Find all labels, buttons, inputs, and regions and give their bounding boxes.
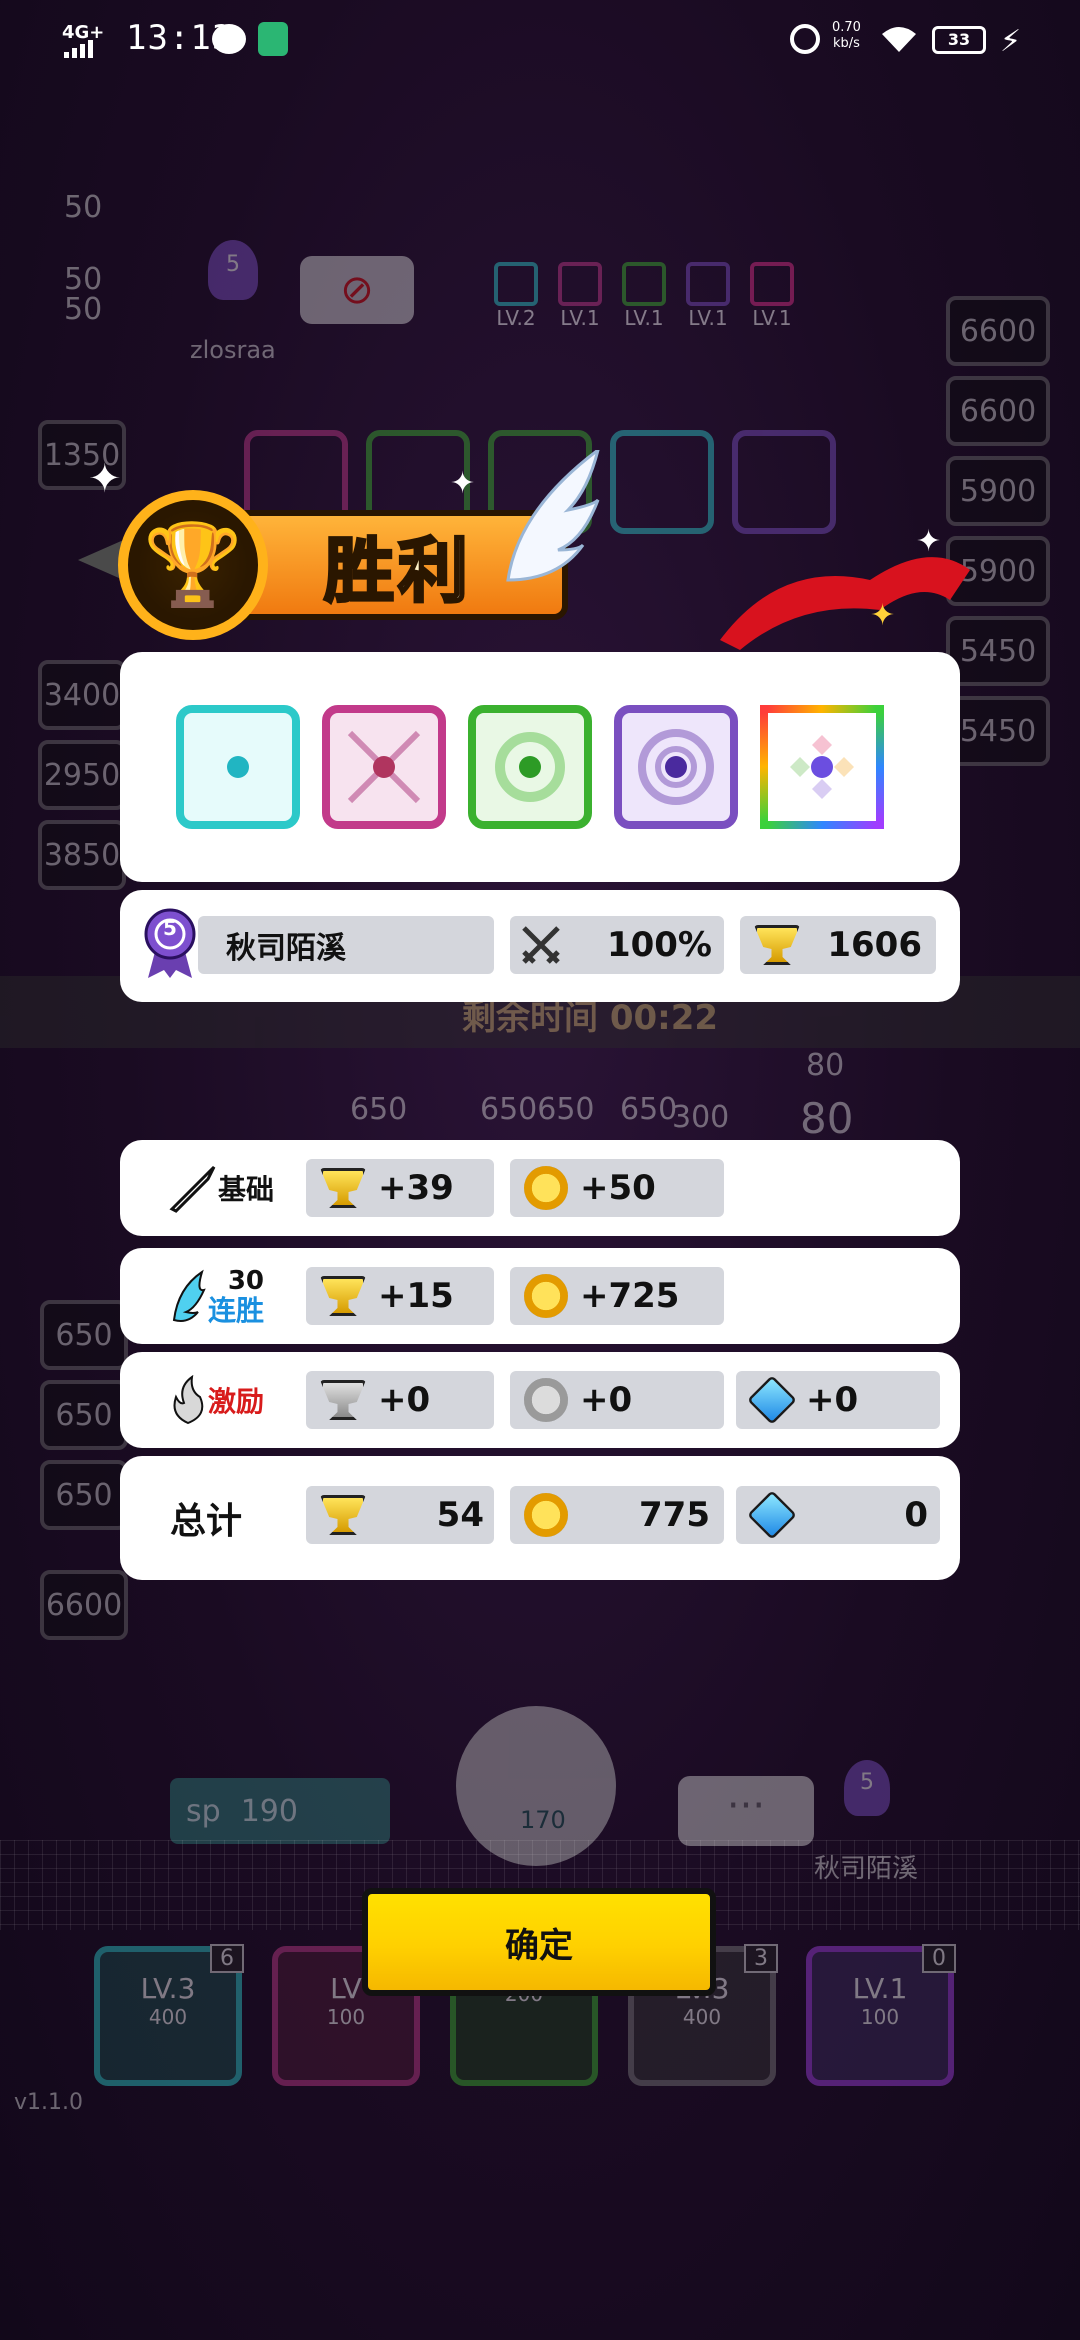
- sparkle-icon: ✦: [88, 456, 122, 502]
- reward-gems-pill: +0: [736, 1371, 940, 1429]
- deck-panel: [120, 652, 960, 882]
- reward-row-incentive: 激励 +0 +0 +0: [120, 1352, 960, 1448]
- bg-number: 50: [64, 190, 103, 225]
- enemy-column-left-lower: 3400 2950 3850: [38, 660, 126, 890]
- gem-icon: [747, 1490, 797, 1540]
- coin-icon: [524, 1493, 568, 1537]
- deck-die-rainbow: [760, 705, 884, 829]
- player-name: 秋司陌溪: [226, 931, 346, 966]
- deck-die-dragon: [614, 705, 738, 829]
- crit-value: 100%: [606, 925, 712, 965]
- bg-board-die: [732, 430, 836, 534]
- trophy-count: 1606: [827, 925, 922, 965]
- bg-number: 80: [806, 1048, 845, 1083]
- sparkle-icon: ✦: [916, 524, 942, 559]
- reward-row-label: 激励: [168, 1352, 264, 1448]
- reward-row-win-streak: 30 连胜 +15 +725: [120, 1248, 960, 1344]
- reward-row-label: 基础: [168, 1140, 274, 1236]
- trophy-icon: 🏆: [118, 490, 268, 640]
- total-gems-pill: 0: [736, 1486, 940, 1544]
- opponent-deck: LV.2 LV.1 LV.1 LV.1 LV.1: [494, 262, 794, 330]
- victory-title: 胜利: [323, 528, 472, 613]
- trophy-icon: [320, 1276, 366, 1316]
- reward-coins-pill: +50: [510, 1159, 724, 1217]
- coin-icon: [524, 1274, 568, 1318]
- enemy-column-right: 6600 6600 5900 5900 5450 5450: [946, 296, 1050, 766]
- deck-die-wind: [468, 705, 592, 829]
- bg-number: 50: [64, 292, 103, 327]
- total-label: 总计: [170, 1501, 243, 1542]
- die-pip-icon: [227, 756, 249, 778]
- trophy-icon: [320, 1495, 366, 1535]
- streak-wing-icon: [172, 1269, 206, 1322]
- crossed-swords-icon: [522, 926, 560, 964]
- enemy-column-lower: 650 650 650 6600: [40, 1300, 128, 1640]
- die-pip-icon: [665, 756, 687, 778]
- trophy-icon: [320, 1168, 366, 1208]
- sp-counter-left: sp 190: [170, 1778, 390, 1844]
- die-pip-icon: [811, 756, 833, 778]
- crit-pill: 100%: [510, 916, 724, 974]
- reward-trophies-pill: +0: [306, 1371, 494, 1429]
- total-trophies-pill: 54: [306, 1486, 494, 1544]
- die-pip-icon: [373, 756, 395, 778]
- coin-icon: [524, 1166, 568, 1210]
- coin-icon: [524, 1378, 568, 1422]
- deck-die-poison-dragon: [322, 705, 446, 829]
- flame-icon: [173, 1375, 204, 1425]
- deck-die-ice: [176, 705, 300, 829]
- bg-number: 300: [672, 1100, 730, 1135]
- bg-number: 650: [620, 1092, 678, 1127]
- reward-trophies-pill: +39: [306, 1159, 494, 1217]
- reward-coins-pill: +725: [510, 1267, 724, 1325]
- reward-row-base: 基础 +39 +50: [120, 1140, 960, 1236]
- version-label: v1.1.0: [14, 2090, 83, 2115]
- player-summary-panel: 5 秋司陌溪 100% 1606: [120, 890, 960, 1002]
- emote-button-bg: ···: [678, 1776, 814, 1846]
- reward-row-label: 30 连胜: [168, 1248, 264, 1344]
- trophy-count-pill: 1606: [740, 916, 936, 974]
- trophy-icon: [320, 1380, 366, 1420]
- bg-board-die: [610, 430, 714, 534]
- opponent-level-badge: 5: [208, 240, 258, 300]
- player-level-badge-bg: 5: [844, 1760, 890, 1816]
- total-coins-pill: 775: [510, 1486, 724, 1544]
- bg-number: 80: [800, 1094, 854, 1143]
- player-level: 5: [163, 916, 177, 940]
- opponent-emote-bubble: ⊘: [300, 256, 414, 324]
- trophy-icon: [754, 925, 800, 965]
- player-name-pill: 秋司陌溪: [198, 916, 494, 974]
- sword-icon: [169, 1165, 216, 1213]
- confirm-button[interactable]: 确定: [362, 1888, 716, 1996]
- sparkle-icon: ✦: [450, 466, 476, 501]
- bg-number: 650: [350, 1092, 408, 1127]
- bg-number: 650650: [480, 1092, 595, 1127]
- reward-trophies-pill: +15: [306, 1267, 494, 1325]
- sparkle-icon: ✦: [870, 598, 896, 633]
- reward-coins-pill: +0: [510, 1371, 724, 1429]
- die-pip-icon: [519, 756, 541, 778]
- reward-total-row: 总计 54 775 0: [120, 1456, 960, 1580]
- gem-icon: [747, 1375, 797, 1425]
- wing-decoration: [506, 450, 600, 582]
- opponent-name: zlosraa: [190, 336, 276, 364]
